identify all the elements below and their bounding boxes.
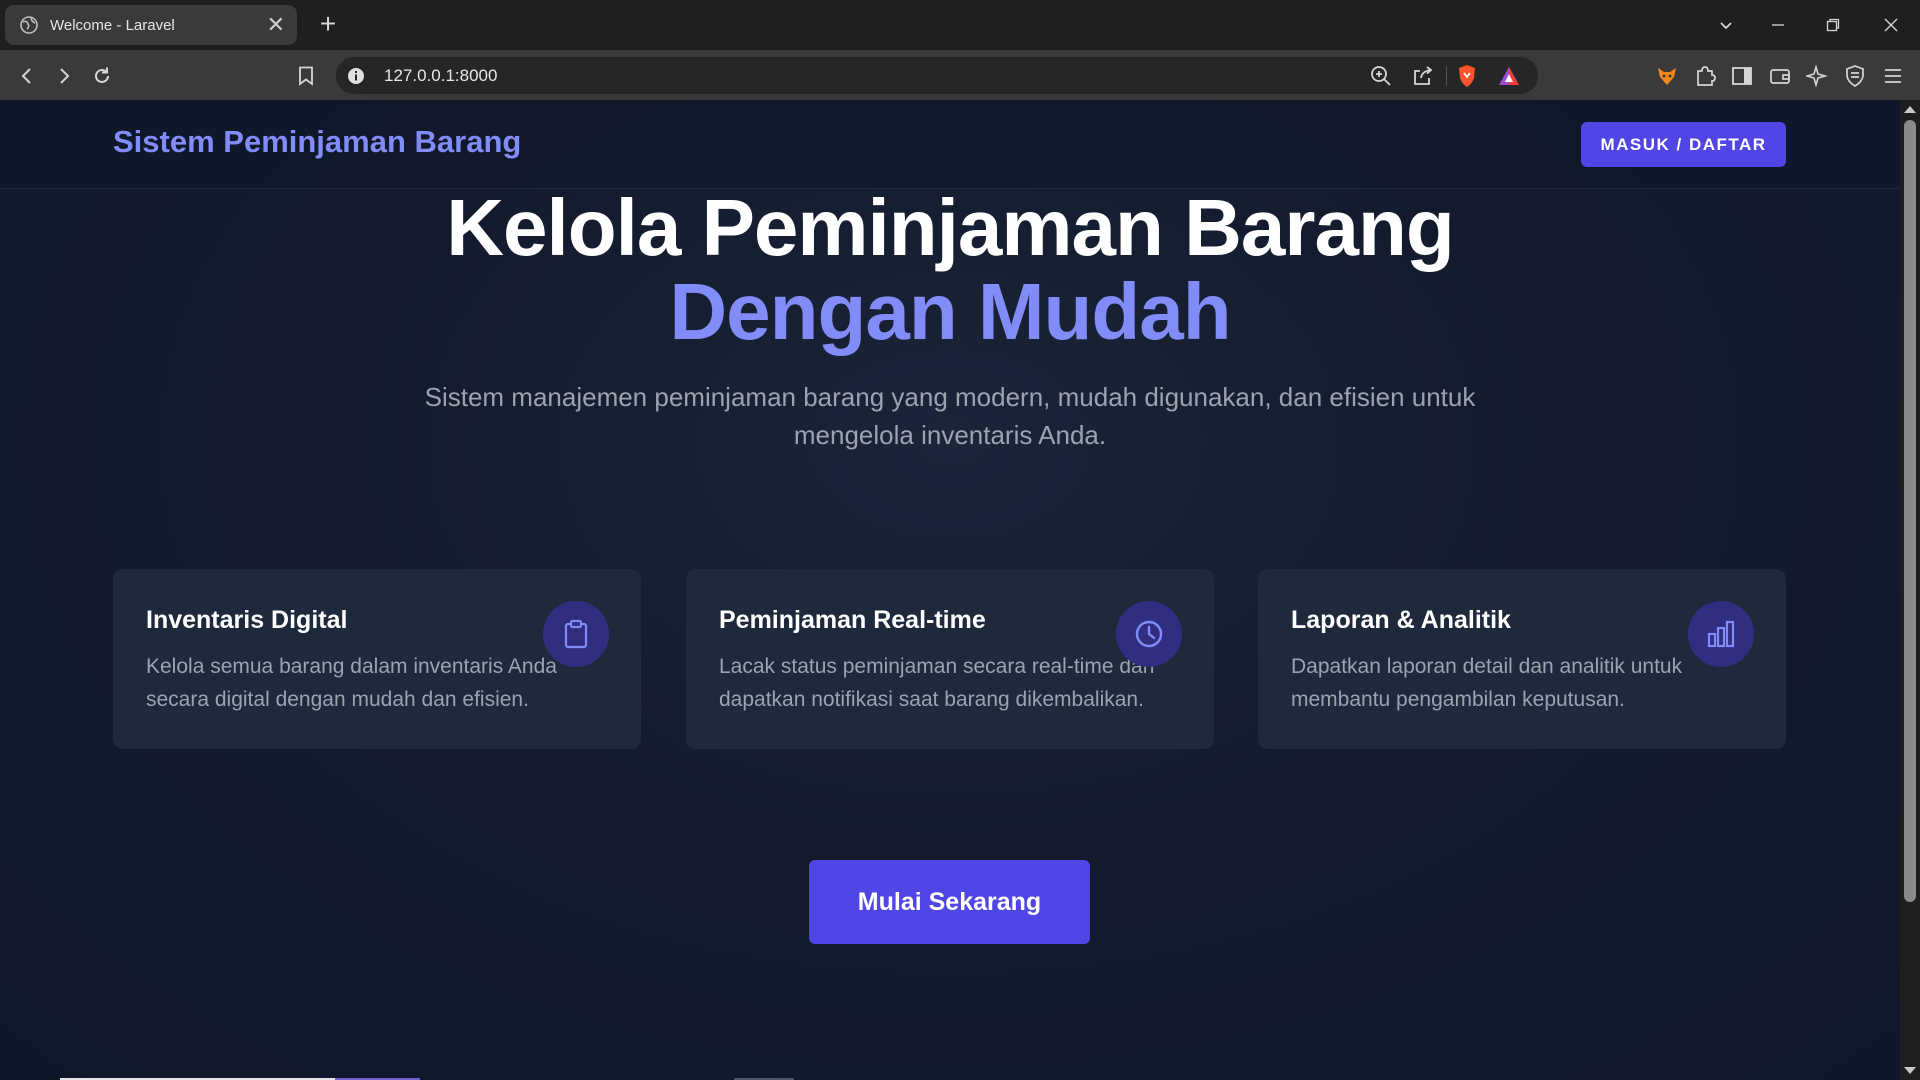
extensions-puzzle-icon[interactable]	[1692, 63, 1718, 89]
reload-icon[interactable]	[87, 61, 117, 91]
wallet-icon[interactable]	[1767, 63, 1793, 89]
feature-card-title: Laporan & Analitik	[1291, 606, 1511, 634]
leo-ai-icon[interactable]	[1804, 63, 1830, 89]
omnibox-divider	[1446, 66, 1447, 86]
get-started-button[interactable]: Mulai Sekarang	[809, 860, 1090, 944]
hero-title: Kelola Peminjaman Barang Dengan Mudah	[0, 186, 1900, 354]
feature-card-title: Inventaris Digital	[146, 606, 348, 634]
feature-card-realtime: Peminjaman Real-time Lacak status peminj…	[686, 569, 1214, 749]
bar-chart-icon	[1688, 601, 1754, 667]
feature-card-inventory: Inventaris Digital Kelola semua barang d…	[113, 569, 641, 749]
feature-card-description: Lacak status peminjaman secara real-time…	[719, 655, 1155, 711]
login-register-button[interactable]: MASUK / DAFTAR	[1581, 122, 1786, 167]
vpn-shield-icon[interactable]	[1842, 63, 1868, 89]
site-header: Sistem Peminjaman Barang MASUK / DAFTAR	[0, 100, 1900, 189]
hero-title-line1: Kelola Peminjaman Barang	[446, 183, 1454, 272]
feature-card-reports: Laporan & Analitik Dapatkan laporan deta…	[1258, 569, 1786, 749]
page-viewport: Sistem Peminjaman Barang MASUK / DAFTAR …	[0, 100, 1900, 1080]
scroll-up-arrow[interactable]	[1904, 106, 1916, 113]
tab-title: Welcome - Laravel	[50, 16, 175, 34]
share-icon[interactable]	[1410, 63, 1436, 89]
forward-icon[interactable]	[49, 61, 79, 91]
close-window-icon[interactable]	[1871, 10, 1911, 40]
scroll-down-arrow[interactable]	[1904, 1067, 1916, 1074]
new-tab-button[interactable]: +	[313, 10, 343, 38]
menu-icon[interactable]	[1880, 63, 1906, 89]
globe-icon	[20, 16, 38, 34]
bookmark-icon[interactable]	[291, 61, 321, 91]
url-text[interactable]: 127.0.0.1:8000	[384, 66, 497, 86]
site-brand[interactable]: Sistem Peminjaman Barang	[113, 124, 521, 160]
tab-close-icon[interactable]: ✕	[267, 14, 285, 36]
minimize-icon[interactable]	[1758, 10, 1798, 40]
brave-shield-icon[interactable]	[1454, 63, 1480, 89]
tab-search-icon[interactable]	[1706, 10, 1746, 40]
feature-card-description: Kelola semua barang dalam inventaris And…	[146, 655, 557, 711]
hero-title-accent: Dengan Mudah	[669, 267, 1231, 356]
feature-card-title: Peminjaman Real-time	[719, 606, 986, 634]
sidebar-toggle-icon[interactable]	[1729, 63, 1755, 89]
brave-rewards-icon[interactable]	[1496, 63, 1522, 89]
site-info-icon[interactable]	[346, 66, 366, 86]
browser-tab-bar: Welcome - Laravel ✕ +	[0, 0, 1920, 50]
address-bar[interactable]: 127.0.0.1:8000	[336, 57, 1538, 94]
feature-card-description: Dapatkan laporan detail dan analitik unt…	[1291, 655, 1683, 711]
clock-icon	[1116, 601, 1182, 667]
hero-subtitle: Sistem manajemen peminjaman barang yang …	[424, 382, 1476, 450]
back-icon[interactable]	[12, 61, 42, 91]
restore-icon[interactable]	[1813, 10, 1853, 40]
scrollbar-thumb[interactable]	[1904, 120, 1916, 902]
zoom-icon[interactable]	[1368, 63, 1394, 89]
page-scrollbar[interactable]	[1900, 100, 1920, 1080]
fox-extension-icon[interactable]	[1654, 63, 1680, 89]
clipboard-icon	[543, 601, 609, 667]
browser-tab[interactable]: Welcome - Laravel ✕	[5, 5, 297, 45]
browser-toolbar: 127.0.0.1:8000	[0, 50, 1920, 100]
